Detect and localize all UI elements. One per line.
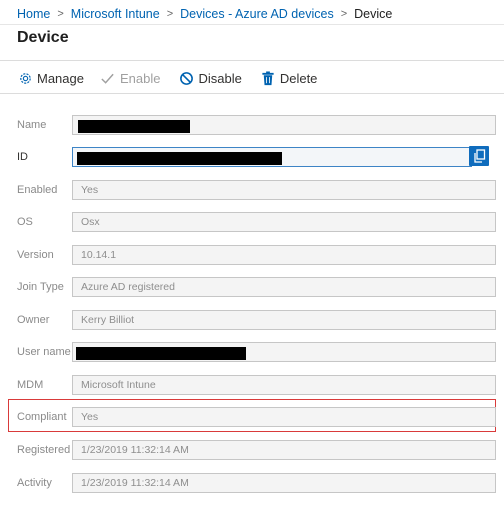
- version-label: Version: [17, 249, 54, 261]
- breadcrumb-separator-icon: >: [166, 8, 174, 20]
- enabled-label: Enabled: [17, 184, 58, 196]
- breadcrumb-azure-ad-devices[interactable]: Devices - Azure AD devices: [180, 7, 334, 21]
- registered-row: Registered 1/23/2019 11:32:14 AM: [0, 439, 504, 461]
- checkmark-icon: [100, 70, 116, 86]
- breadcrumb-microsoft-intune[interactable]: Microsoft Intune: [71, 7, 160, 21]
- mdm-label: MDM: [17, 379, 44, 391]
- registered-label: Registered: [17, 444, 71, 456]
- copy-to-clipboard-button[interactable]: [469, 146, 489, 166]
- toolbar-divider: [0, 93, 504, 94]
- name-field: [72, 115, 496, 135]
- name-label: Name: [17, 119, 47, 131]
- compliant-row: Compliant Yes: [0, 406, 504, 428]
- page-title: Device: [17, 29, 69, 46]
- block-icon: [178, 70, 194, 86]
- disable-button-label: Disable: [198, 70, 242, 86]
- delete-button[interactable]: Delete: [260, 70, 318, 86]
- join-type-row: Join Type Azure AD registered: [0, 276, 504, 298]
- breadcrumb-home[interactable]: Home: [17, 7, 50, 21]
- manage-button[interactable]: Manage: [17, 70, 84, 86]
- trash-icon: [260, 70, 276, 86]
- id-row: ID: [0, 146, 504, 168]
- compliant-field: Yes: [72, 407, 496, 427]
- mdm-row: MDM Microsoft Intune: [0, 374, 504, 396]
- manage-button-label: Manage: [37, 70, 84, 86]
- user-name-field: [72, 342, 496, 362]
- os-label: OS: [17, 216, 33, 228]
- name-redaction: [78, 120, 190, 133]
- name-row: Name: [0, 114, 504, 136]
- copy-icon: [473, 149, 485, 163]
- user-name-label: User name: [17, 346, 71, 358]
- id-label: ID: [17, 151, 28, 163]
- compliant-label: Compliant: [17, 411, 67, 423]
- os-field: Osx: [72, 212, 496, 232]
- mdm-field: Microsoft Intune: [72, 375, 496, 395]
- delete-button-label: Delete: [279, 70, 318, 86]
- user-name-redaction: [76, 347, 246, 360]
- top-divider: [0, 24, 504, 25]
- version-field: 10.14.1: [72, 245, 496, 265]
- id-field[interactable]: [72, 147, 472, 167]
- os-row: OS Osx: [0, 211, 504, 233]
- owner-row: Owner Kerry Billiot: [0, 309, 504, 331]
- breadcrumb: Home > Microsoft Intune > Devices - Azur…: [17, 6, 392, 22]
- disable-button[interactable]: Disable: [178, 70, 242, 86]
- id-redaction: [77, 152, 282, 165]
- enable-button[interactable]: Enable: [100, 70, 160, 86]
- join-type-label: Join Type: [17, 281, 64, 293]
- breadcrumb-current: Device: [354, 7, 393, 21]
- activity-row: Activity 1/23/2019 11:32:14 AM: [0, 472, 504, 494]
- join-type-field: Azure AD registered: [72, 277, 496, 297]
- enabled-row: Enabled Yes: [0, 179, 504, 201]
- owner-label: Owner: [17, 314, 50, 326]
- command-bar: Manage Enable Disable Delete: [17, 68, 317, 88]
- enable-button-label: Enable: [119, 70, 161, 86]
- version-row: Version 10.14.1: [0, 244, 504, 266]
- activity-field: 1/23/2019 11:32:14 AM: [72, 473, 496, 493]
- registered-field: 1/23/2019 11:32:14 AM: [72, 440, 496, 460]
- title-divider: [0, 60, 504, 61]
- owner-field: Kerry Billiot: [72, 310, 496, 330]
- breadcrumb-separator-icon: >: [340, 8, 348, 20]
- user-name-row: User name: [0, 341, 504, 363]
- gear-icon: [17, 70, 33, 86]
- activity-label: Activity: [17, 477, 52, 489]
- enabled-field: Yes: [72, 180, 496, 200]
- breadcrumb-separator-icon: >: [57, 8, 64, 20]
